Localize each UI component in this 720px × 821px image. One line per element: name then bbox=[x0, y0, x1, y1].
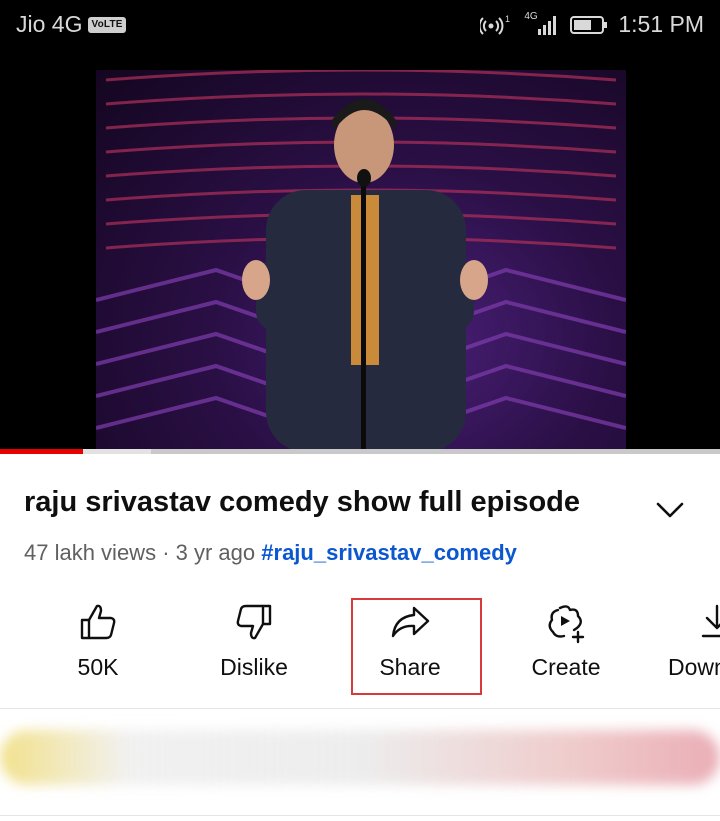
clock: 1:51 PM bbox=[618, 11, 704, 37]
carrier-label: Jio 4G bbox=[16, 11, 83, 37]
download-icon bbox=[701, 604, 720, 638]
video-frame[interactable] bbox=[96, 70, 626, 450]
progress-played bbox=[0, 449, 83, 454]
create-button[interactable]: Create bbox=[501, 594, 631, 694]
blurred-content-strip bbox=[0, 730, 720, 785]
thumbs-down-icon bbox=[236, 604, 272, 640]
like-count: 50K bbox=[77, 654, 119, 680]
dislike-label: Dislike bbox=[220, 654, 288, 680]
volte-badge: VoLTE bbox=[88, 16, 126, 33]
dislike-button[interactable]: Dislike bbox=[189, 594, 319, 694]
status-bar: Jio 4G VoLTE 1 4G 1:51 PM bbox=[0, 0, 720, 52]
section-divider bbox=[0, 708, 720, 709]
download-button[interactable]: Down bbox=[657, 594, 720, 694]
upload-age: 3 yr ago bbox=[175, 540, 256, 565]
bottom-divider bbox=[0, 815, 720, 816]
video-thumbnail-scene bbox=[96, 70, 626, 450]
share-highlight-annotation bbox=[351, 598, 482, 695]
meta-separator: · bbox=[156, 540, 176, 565]
battery-icon bbox=[570, 15, 608, 34]
video-progress-bar[interactable] bbox=[0, 449, 720, 454]
hotspot-icon: 1 bbox=[480, 14, 510, 35]
video-title[interactable]: raju srivastav comedy show full episode bbox=[24, 486, 624, 519]
status-left: Jio 4G VoLTE bbox=[16, 11, 126, 38]
svg-text:1: 1 bbox=[505, 14, 510, 24]
create-label: Create bbox=[531, 654, 601, 680]
create-icon bbox=[548, 605, 585, 644]
thumbs-up-icon bbox=[80, 604, 116, 640]
like-button[interactable]: 50K bbox=[33, 594, 163, 694]
view-count: 47 lakh views bbox=[24, 540, 157, 565]
video-meta: 47 lakh views · 3 yr ago #raju_srivastav… bbox=[24, 540, 517, 566]
signal-icon bbox=[538, 15, 557, 35]
hashtag-link[interactable]: #raju_srivastav_comedy bbox=[261, 540, 517, 565]
signal-group: 4G bbox=[524, 11, 560, 37]
video-player[interactable] bbox=[0, 52, 720, 450]
download-label: Down bbox=[668, 654, 720, 680]
status-right: 1 4G 1:51 PM bbox=[480, 11, 704, 38]
chevron-down-icon[interactable] bbox=[650, 490, 690, 530]
